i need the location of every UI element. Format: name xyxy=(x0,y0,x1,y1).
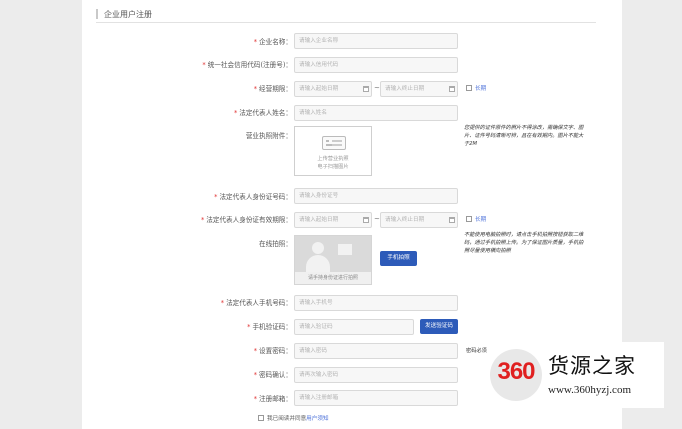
watermark-brand: 货源之家 xyxy=(548,354,636,378)
credit-code-input[interactable]: 请输入信用代码 xyxy=(294,57,458,73)
required-mark: * xyxy=(220,299,225,307)
password-hint: 密码必须 xyxy=(466,348,487,354)
watermark-url: www.360hyzj.com xyxy=(548,384,631,396)
calendar-icon[interactable] xyxy=(449,217,455,223)
required-mark: * xyxy=(214,193,218,201)
email-input[interactable]: 请输入注册邮箱 xyxy=(294,390,458,406)
id-period-end-input[interactable]: 请输入终止日期 xyxy=(380,212,458,228)
user-notice-link[interactable]: 用户须知 xyxy=(306,416,328,422)
required-mark: * xyxy=(233,109,238,117)
id-period-long-term-label: 长期 xyxy=(475,217,487,223)
calendar-icon[interactable] xyxy=(363,86,369,92)
calendar-icon[interactable] xyxy=(363,217,369,223)
section-header: 企业用户注册 xyxy=(96,7,596,23)
required-mark: * xyxy=(253,347,258,355)
password-label: * 设置密码： xyxy=(253,347,292,355)
header-accent-bar xyxy=(96,9,98,19)
business-period-long-term-label: 长期 xyxy=(475,86,487,92)
business-period-start-input[interactable]: 请输入起始日期 xyxy=(294,81,372,97)
required-mark: * xyxy=(253,395,258,403)
online-photo-label: 在线拍照： xyxy=(259,240,292,248)
license-attachment-label: 营业执照附件： xyxy=(245,132,292,140)
password-confirm-label: * 密码确认： xyxy=(253,371,292,379)
required-mark: * xyxy=(253,371,258,379)
legal-rep-phone-input[interactable]: 请输入手机号 xyxy=(294,295,458,311)
mobile-photo-button[interactable]: 手机拍照 xyxy=(380,251,417,266)
range-separator: ~ xyxy=(374,215,380,223)
company-name-label: * 企业名称： xyxy=(253,38,292,46)
required-mark: * xyxy=(253,85,258,93)
watermark-logo: 360 xyxy=(490,349,542,401)
license-note: 您提供的证件原件的照片不得涂改，需确保文字、图 片、证件号码清晰可辨，且在有效期… xyxy=(464,125,584,147)
legal-rep-phone-label: * 法定代表人手机号码： xyxy=(220,299,292,307)
legal-rep-name-label: * 法定代表人姓名： xyxy=(233,109,292,117)
license-upload-box[interactable]: 上传营业执照 电子扫描图片 xyxy=(294,126,372,176)
password-confirm-input[interactable]: 请再次输入密码 xyxy=(294,367,458,383)
business-period-label: * 经营期限： xyxy=(253,85,292,93)
upload-hint-line2: 电子扫描图片 xyxy=(317,164,349,170)
legal-rep-id-period-label: * 法定代表人身份证有效期限： xyxy=(200,216,292,224)
sms-code-input[interactable]: 请输入验证码 xyxy=(294,319,414,335)
page-title: 企业用户注册 xyxy=(104,10,152,19)
photo-caption: 请手持身份证进行拍照 xyxy=(307,275,358,281)
id-period-long-term-checkbox[interactable] xyxy=(466,216,472,222)
upload-hint-line1: 上传营业执照 xyxy=(317,156,349,162)
required-mark: * xyxy=(200,216,205,224)
business-period-long-term-checkbox[interactable] xyxy=(466,85,472,91)
photo-note: 不能使用电脑拍照时，请点击手机拍照按钮获取二维 码，通过手机拍照上传。为了保证图… xyxy=(464,232,584,254)
id-photo-preview[interactable]: 请手持身份证进行拍照 xyxy=(294,235,372,285)
business-period-end-input[interactable]: 请输入终止日期 xyxy=(380,81,458,97)
required-mark: * xyxy=(253,38,258,46)
image-upload-icon xyxy=(322,136,346,150)
company-name-input[interactable]: 请输入企业名称 xyxy=(294,33,458,49)
legal-rep-id-input[interactable]: 请输入身份证号 xyxy=(294,188,458,204)
agreement-checkbox[interactable] xyxy=(258,415,264,421)
legal-rep-name-input[interactable]: 请输入姓名 xyxy=(294,105,458,121)
required-mark: * xyxy=(202,61,206,69)
calendar-icon[interactable] xyxy=(449,86,455,92)
legal-rep-id-label: * 法定代表人身份证号码： xyxy=(214,193,292,201)
person-with-id-icon xyxy=(295,236,371,272)
agreement-text: 我已阅读并同意用户须知 xyxy=(267,416,329,422)
password-input[interactable]: 请输入密码 xyxy=(294,343,458,359)
email-label: * 注册邮箱： xyxy=(253,395,292,403)
credit-code-label: * 统一社会信用代码(注册号)： xyxy=(202,61,292,69)
sms-code-label: * 手机验证码： xyxy=(247,323,292,331)
required-mark: * xyxy=(247,323,251,331)
watermark: 360 货源之家 www.360hyzj.com xyxy=(488,342,664,408)
send-code-button[interactable]: 发送验证码 xyxy=(420,319,458,334)
range-separator: ~ xyxy=(374,84,380,92)
id-period-start-input[interactable]: 请输入起始日期 xyxy=(294,212,372,228)
